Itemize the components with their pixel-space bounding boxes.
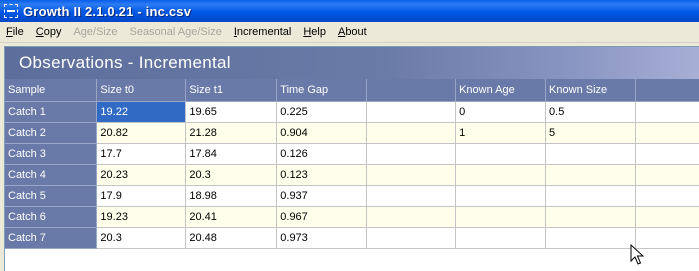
grid-cell[interactable]: [367, 164, 456, 185]
grid-cell[interactable]: [456, 164, 546, 185]
grid-cell[interactable]: [636, 206, 699, 227]
grid-cell[interactable]: 0.904: [277, 122, 367, 143]
table-row: Catch 517.918.980.937: [5, 185, 699, 206]
column-header-6[interactable]: Known Size: [546, 79, 636, 101]
row-header[interactable]: Catch 2: [5, 122, 97, 143]
table-row: Catch 317.717.840.126: [5, 143, 699, 164]
grid-cell[interactable]: [456, 206, 546, 227]
table-row: Catch 220.8221.280.904 15: [5, 122, 699, 143]
table-row: Catch 420.2320.30.123: [5, 164, 699, 185]
column-header-3[interactable]: Time Gap: [277, 79, 367, 101]
grid-cell[interactable]: [546, 164, 636, 185]
row-header[interactable]: Catch 1: [5, 101, 97, 122]
grid-header-row: SampleSize t0Size t1Time Gap Known AgeKno…: [5, 79, 699, 101]
grid-cell[interactable]: [636, 227, 699, 248]
mouse-pointer-icon: [630, 244, 644, 266]
grid-cell[interactable]: 20.41: [186, 206, 277, 227]
menu-seasonal-age-size[interactable]: Seasonal Age/Size: [123, 22, 227, 42]
grid-cell[interactable]: 20.3: [186, 164, 277, 185]
grid-cell[interactable]: [546, 206, 636, 227]
menu-file-label: File: [6, 26, 24, 38]
grid-cell[interactable]: [367, 101, 456, 122]
grid-cell[interactable]: [456, 185, 546, 206]
grid-cell[interactable]: 17.7: [97, 143, 186, 164]
grid-cell[interactable]: 18.98: [186, 185, 277, 206]
table-row: Catch 119.2219.650.225 00.5: [5, 101, 699, 122]
column-header-2[interactable]: Size t1: [186, 79, 277, 101]
grid-cell[interactable]: [636, 185, 699, 206]
grid-cell[interactable]: 0.5: [546, 101, 636, 122]
menu-copy-label: Copy: [36, 26, 62, 38]
grid-cell[interactable]: [636, 101, 699, 122]
column-header-1[interactable]: Size t0: [97, 79, 186, 101]
grid-cell[interactable]: [636, 164, 699, 185]
menu-about-label: About: [338, 26, 367, 38]
grid-cell[interactable]: [546, 185, 636, 206]
menu-bar: File Copy Age/Size Seasonal Age/Size Inc…: [0, 22, 699, 43]
column-header-5[interactable]: Known Age: [456, 79, 546, 101]
grid-cell[interactable]: 20.82: [97, 122, 186, 143]
window-title: Growth II 2.1.0.21 - inc.csv: [23, 4, 191, 19]
grid-cell[interactable]: [367, 185, 456, 206]
row-header[interactable]: Catch 3: [5, 143, 97, 164]
menu-seasonal-age-size-label: Seasonal Age/Size: [129, 26, 221, 38]
grid-cell[interactable]: 19.65: [186, 101, 277, 122]
row-header[interactable]: Catch 7: [5, 227, 97, 248]
grid-cell[interactable]: 19.22: [97, 101, 186, 122]
grid-cell[interactable]: 0: [456, 101, 546, 122]
menu-help[interactable]: Help: [297, 22, 332, 42]
row-header[interactable]: Catch 6: [5, 206, 97, 227]
observations-panel: Observations - Incremental SampleSize t0…: [4, 46, 699, 271]
grid-cell[interactable]: [636, 143, 699, 164]
column-header-7[interactable]: [636, 79, 699, 101]
grid-cell[interactable]: [546, 143, 636, 164]
panel-heading: Observations - Incremental: [5, 47, 699, 79]
menu-file[interactable]: File: [0, 22, 30, 42]
menu-about[interactable]: About: [332, 22, 373, 42]
grid-cell[interactable]: [546, 227, 636, 248]
app-icon: [4, 4, 18, 18]
grid-cell[interactable]: 1: [456, 122, 546, 143]
observations-grid: SampleSize t0Size t1Time Gap Known AgeKno…: [5, 79, 699, 249]
grid-cell[interactable]: [367, 143, 456, 164]
grid-cell[interactable]: 21.28: [186, 122, 277, 143]
row-header[interactable]: Catch 5: [5, 185, 97, 206]
row-header[interactable]: Catch 4: [5, 164, 97, 185]
grid-cell[interactable]: [456, 227, 546, 248]
menu-help-label: Help: [303, 26, 326, 38]
grid-cell[interactable]: 0.967: [277, 206, 367, 227]
grid-cell[interactable]: 17.84: [186, 143, 277, 164]
column-header-4[interactable]: [367, 79, 456, 101]
grid-cell[interactable]: [367, 206, 456, 227]
column-header-0[interactable]: Sample: [5, 79, 97, 101]
grid-cell[interactable]: [367, 227, 456, 248]
grid-cell[interactable]: 19.23: [97, 206, 186, 227]
menu-age-size[interactable]: Age/Size: [67, 22, 123, 42]
grid-cell[interactable]: 20.23: [97, 164, 186, 185]
grid-cell[interactable]: [636, 122, 699, 143]
grid-cell[interactable]: 5: [546, 122, 636, 143]
grid-cell[interactable]: [456, 143, 546, 164]
table-row: Catch 720.320.480.973: [5, 227, 699, 248]
grid-cell[interactable]: 20.3: [97, 227, 186, 248]
menu-incremental[interactable]: Incremental: [228, 22, 297, 42]
menu-age-size-label: Age/Size: [73, 26, 117, 38]
grid-cell[interactable]: 0.937: [277, 185, 367, 206]
menu-incremental-label: Incremental: [234, 26, 291, 38]
grid-cell[interactable]: 0.123: [277, 164, 367, 185]
window-title-bar[interactable]: Growth II 2.1.0.21 - inc.csv: [0, 0, 699, 22]
grid-cell[interactable]: 0.225: [277, 101, 367, 122]
grid-cell[interactable]: 0.126: [277, 143, 367, 164]
grid-cell[interactable]: 0.973: [277, 227, 367, 248]
grid-cell[interactable]: [367, 122, 456, 143]
grid-cell[interactable]: 20.48: [186, 227, 277, 248]
table-row: Catch 619.2320.410.967: [5, 206, 699, 227]
menu-copy[interactable]: Copy: [30, 22, 68, 42]
grid-cell[interactable]: 17.9: [97, 185, 186, 206]
